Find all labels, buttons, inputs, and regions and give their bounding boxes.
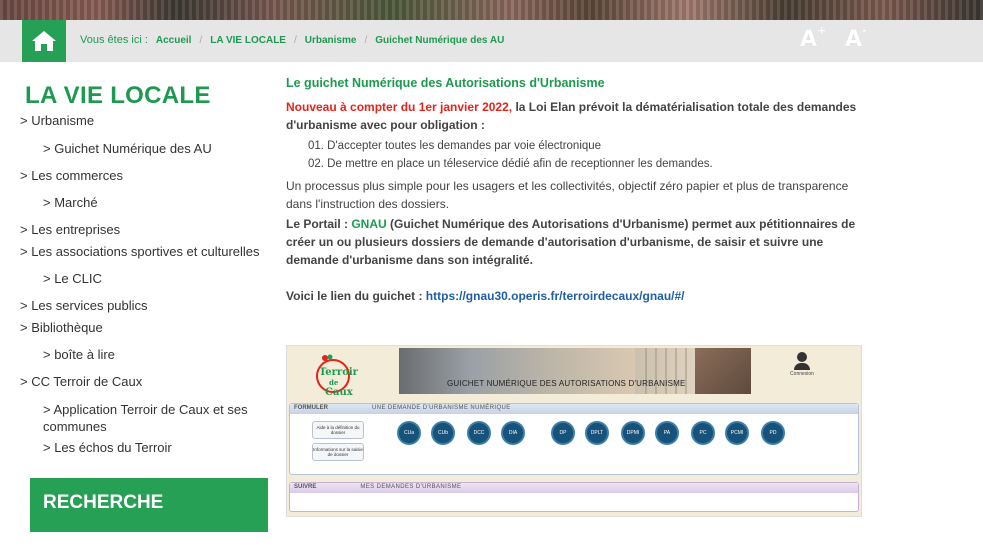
sidebar-item-associations[interactable]: > Les associations sportives et culturel… (20, 244, 260, 259)
portal-prefix: Le Portail : (286, 217, 352, 231)
sidebar-item-services-publics[interactable]: > Les services publics (20, 298, 148, 313)
sidebar-title: LA VIE LOCALE (25, 82, 211, 109)
banner-title: GUICHET NUMÉRIQUE DES AUTORISATIONS D'UR… (447, 379, 686, 388)
text-decrease-letter: A (845, 27, 863, 52)
breadcrumb-link-urbanisme[interactable]: Urbanisme (305, 35, 357, 46)
plus-icon: + (817, 23, 827, 37)
list-item: 01. D'accepter toutes les demandes par v… (308, 140, 602, 152)
list-item: 02. De mettre en place un téleservice dé… (308, 158, 713, 170)
obligation-list: 01. D'accepter toutes les demandes par v… (308, 137, 866, 173)
user-login[interactable]: Connexion (787, 352, 817, 377)
info-button[interactable]: Informations sur la saisie de dossier (312, 443, 364, 461)
sidebar-item-marche[interactable]: > Marché (43, 195, 98, 210)
portal-paragraph: Le Portail : GNAU (Guichet Numérique des… (286, 215, 866, 269)
panel-title: SUIVRE (294, 484, 317, 490)
panel-header: SUIVRE MES DEMANDES D'URBANISME (290, 483, 858, 493)
sidebar-item-commerces[interactable]: > Les commerces (20, 168, 123, 183)
suivre-panel: SUIVRE MES DEMANDES D'URBANISME (289, 482, 859, 512)
form-pd-button[interactable]: PD (761, 421, 785, 445)
user-label: Connexion (790, 371, 814, 377)
intro-highlight: Nouveau à compter du 1er janvier 2022, (286, 100, 513, 114)
form-dpmi-button[interactable]: DPMI (621, 421, 645, 445)
logo-line: Caux (325, 387, 353, 398)
form-cub-button[interactable]: CUb (431, 421, 455, 445)
panel-subtitle: MES DEMANDES D'URBANISME (360, 484, 462, 490)
logo-line: de (329, 378, 339, 387)
home-icon (32, 31, 56, 51)
form-dp-button[interactable]: DP (551, 421, 575, 445)
portal-name: GNAU (351, 217, 387, 231)
page-title: Le guichet Numérique des Autorisations d… (286, 76, 605, 90)
logo-line: Terroir (319, 367, 358, 378)
help-button[interactable]: Aide à la définition du dossier (312, 421, 364, 439)
logo-text: Terroir de Caux (319, 368, 358, 398)
home-button[interactable] (22, 20, 66, 62)
panel-title: FORMULER (294, 405, 328, 411)
panel-subtitle: UNE DEMANDE D'URBANISME NUMÉRIQUE (372, 405, 511, 411)
sidebar-item-urbanisme[interactable]: > Urbanisme (20, 113, 94, 128)
sidebar-item-entreprises[interactable]: > Les entreprises (20, 222, 120, 237)
breadcrumb-bar: Vous êtes ici : Accueil / LA VIE LOCALE … (0, 20, 983, 62)
form-pc-button[interactable]: PC (691, 421, 715, 445)
breadcrumb-link-vie-locale[interactable]: LA VIE LOCALE (210, 35, 286, 46)
panel-header: FORMULER UNE DEMANDE D'URBANISME NUMÉRIQU… (290, 404, 858, 414)
banner-photo (695, 348, 751, 394)
sidebar-item-echos[interactable]: > Les échos du Terroir (43, 440, 172, 455)
gnau-link[interactable]: https://gnau30.operis.fr/terroirdecaux/g… (426, 289, 685, 303)
text-increase-button[interactable]: A+ (800, 23, 827, 52)
header-photo (0, 0, 983, 20)
sidebar-item-terroir-de-caux[interactable]: > CC Terroir de Caux (20, 374, 142, 389)
breadcrumb-separator: / (364, 34, 368, 46)
link-prefix: Voici le lien du guichet : (286, 289, 426, 303)
breadcrumb-label: Vous êtes ici : (80, 34, 148, 46)
breadcrumb-separator: / (199, 34, 203, 46)
form-dcc-button[interactable]: DCC (467, 421, 491, 445)
form-dia-button[interactable]: DIA (501, 421, 525, 445)
sidebar-item-clic[interactable]: > Le CLIC (43, 271, 102, 286)
sidebar-item-guichet[interactable]: > Guichet Numérique des AU (43, 141, 212, 156)
intro-paragraph: Nouveau à compter du 1er janvier 2022, l… (286, 98, 866, 134)
main-content: Le guichet Numérique des Autorisations d… (286, 74, 866, 307)
form-pcmi-button[interactable]: PCMI (725, 421, 749, 445)
breadcrumb-link-accueil[interactable]: Accueil (156, 35, 192, 46)
search-button[interactable]: RECHERCHE (30, 478, 268, 532)
form-cua-button[interactable]: CUa (397, 421, 421, 445)
gnau-screenshot[interactable]: Terroir de Caux GUICHET NUMÉRIQUE DES AU… (286, 345, 862, 517)
text-increase-letter: A (800, 27, 818, 52)
link-paragraph: Voici le lien du guichet : https://gnau3… (286, 287, 866, 305)
form-dplt-button[interactable]: DPLT (585, 421, 609, 445)
terroir-de-caux-logo: Terroir de Caux (311, 352, 373, 398)
sidebar-item-boite-a-lire[interactable]: > boîte à lire (43, 347, 115, 362)
sidebar-item-bibliotheque[interactable]: > Bibliothèque (20, 320, 103, 335)
breadcrumb-current[interactable]: Guichet Numérique des AU (375, 35, 504, 46)
breadcrumb-separator: / (293, 34, 297, 46)
breadcrumb: Vous êtes ici : Accueil / LA VIE LOCALE … (80, 34, 504, 46)
user-icon (797, 352, 807, 362)
sidebar-item-application[interactable]: > Application Terroir de Caux et ses com… (43, 401, 275, 435)
form-pa-button[interactable]: PA (655, 421, 679, 445)
text-decrease-button[interactable]: A- (845, 23, 867, 52)
process-paragraph: Un processus plus simple pour les usager… (286, 179, 849, 211)
minus-icon: - (862, 23, 867, 37)
